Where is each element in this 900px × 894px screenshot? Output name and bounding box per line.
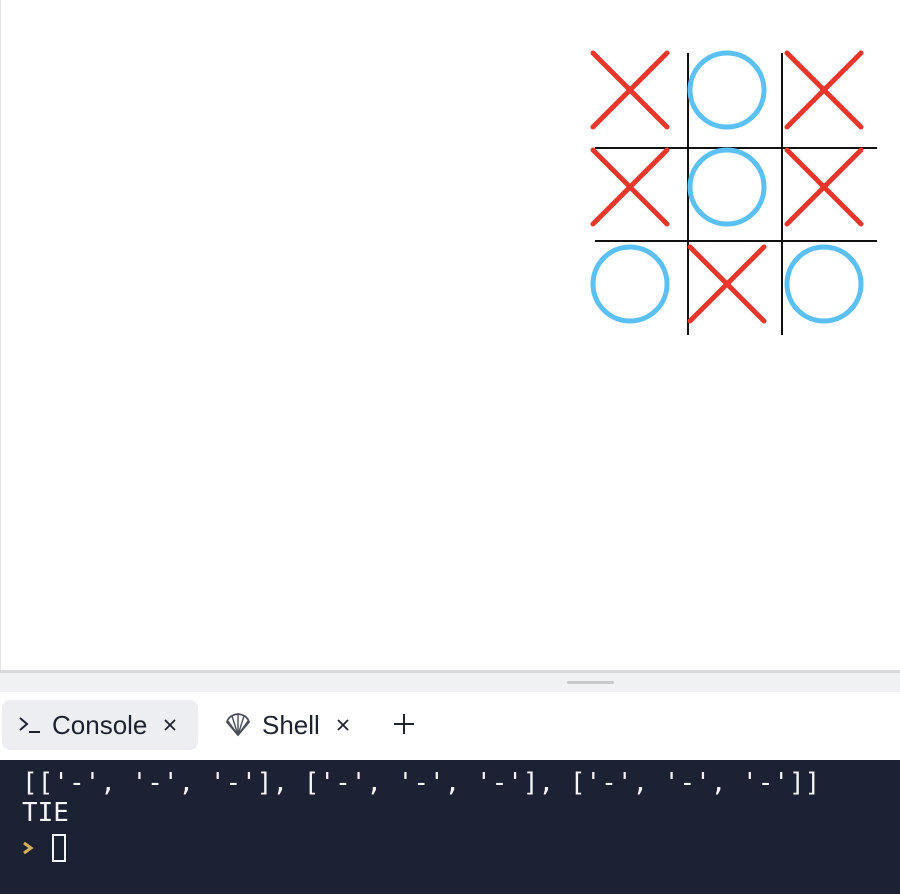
tab-shell[interactable]: Shell	[214, 700, 364, 750]
console-line: [['-', '-', '-'], ['-', '-', '-'], ['-',…	[22, 768, 821, 798]
close-icon[interactable]	[161, 716, 179, 734]
x-mark	[784, 50, 864, 130]
o-mark	[687, 50, 767, 130]
text-cursor	[52, 834, 66, 862]
x-mark	[590, 50, 670, 130]
o-mark	[784, 244, 864, 324]
shell-icon	[224, 712, 252, 738]
drawing-canvas[interactable]	[0, 0, 900, 670]
tab-console-label: Console	[52, 709, 148, 740]
close-icon[interactable]	[334, 716, 352, 734]
panel-tab-bar: Console Shell	[0, 692, 900, 760]
resize-handle[interactable]	[567, 681, 614, 684]
tic-tac-toe-board	[590, 50, 877, 335]
console-output[interactable]: [['-', '-', '-'], ['-', '-', '-'], ['-',…	[0, 760, 900, 894]
o-mark	[687, 147, 767, 227]
prompt-chevron-icon	[22, 841, 36, 855]
tab-shell-label: Shell	[262, 709, 320, 740]
x-mark	[590, 147, 670, 227]
console-line: TIE	[22, 798, 69, 828]
tab-console[interactable]: Console	[2, 700, 198, 750]
o-mark	[590, 244, 670, 324]
terminal-icon	[18, 716, 42, 734]
console-prompt[interactable]	[22, 830, 900, 866]
add-tab-button[interactable]	[388, 710, 420, 742]
plus-icon	[392, 712, 416, 740]
panel-resize-bar[interactable]	[0, 670, 900, 692]
x-mark	[687, 244, 767, 324]
x-mark	[784, 147, 864, 227]
